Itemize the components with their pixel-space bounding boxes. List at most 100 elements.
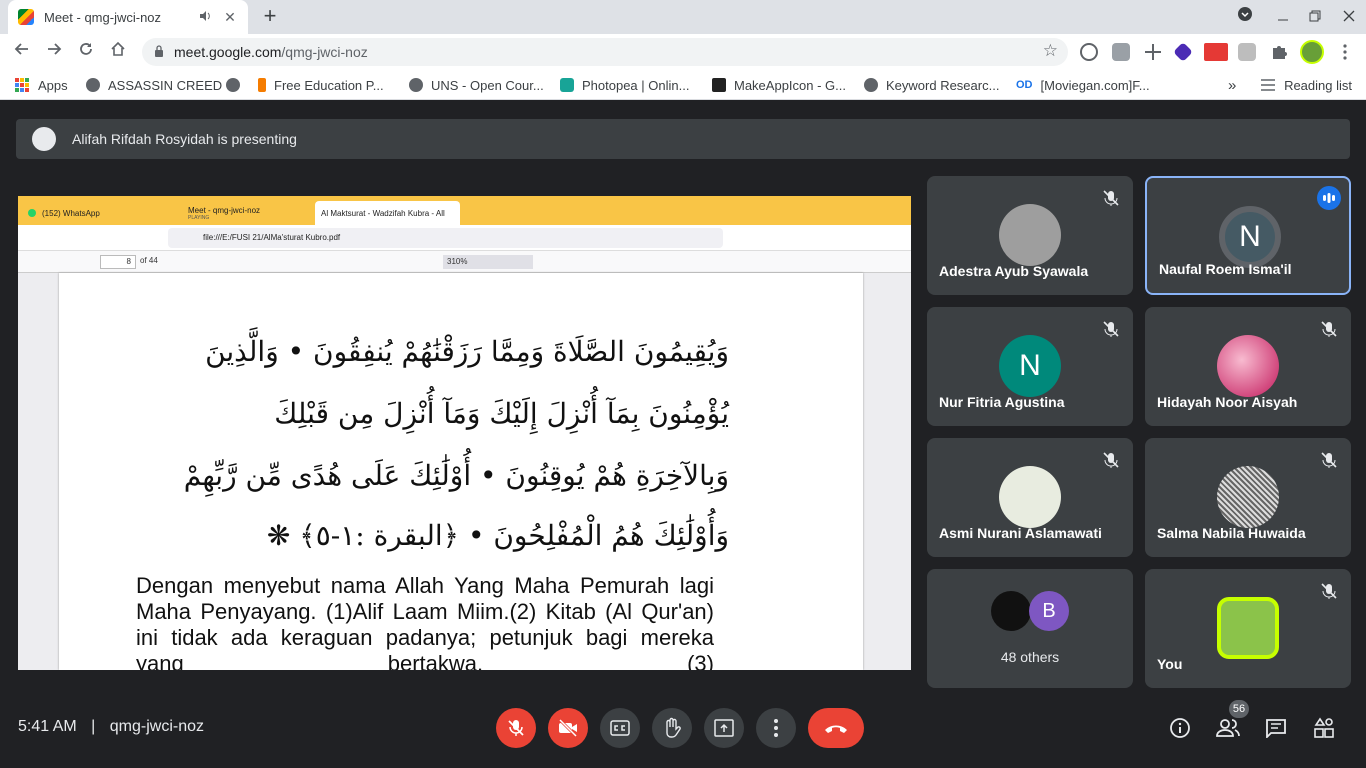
restore-icon[interactable] <box>1298 0 1332 34</box>
globe-icon <box>409 78 423 92</box>
participant-tile[interactable]: N Nur Fitria Agustina <box>927 307 1133 426</box>
participant-tile[interactable]: Salma Nabila Huwaida <box>1145 438 1351 557</box>
arabic-line: وَبِالآخِرَةِ هُمْ يُوقِنُونَ • أُوْلَٰئ… <box>183 459 729 492</box>
other-avatar <box>991 591 1031 631</box>
mic-off-icon <box>1321 452 1337 468</box>
present-icon <box>714 719 734 737</box>
new-tab-button[interactable]: + <box>258 5 282 29</box>
captions-icon <box>610 720 630 736</box>
pdf-page-input: 8 <box>100 255 136 269</box>
mic-off-icon <box>1103 321 1119 337</box>
participant-name: Nur Fitria Agustina <box>939 394 1065 410</box>
activities-button[interactable] <box>1312 716 1336 740</box>
meeting-info: 5:41 AM | qmg-jwci-noz <box>18 718 204 736</box>
shared-tab-pdf: Al Maktsurat - Wadzifah Kubra - All <box>315 201 460 225</box>
url-host: meet.google.com <box>174 44 282 60</box>
globe-icon <box>864 78 878 92</box>
more-options-button[interactable] <box>756 708 796 748</box>
bookmark-free-education[interactable]: Free Education P... <box>258 70 384 100</box>
bookmark-assassin-creed[interactable]: ASSASSIN CREED <box>86 70 222 100</box>
whatsapp-icon <box>28 209 36 217</box>
extensions-puzzle-icon[interactable] <box>1270 43 1288 61</box>
participant-tile[interactable]: Adestra Ayub Syawala <box>927 176 1133 295</box>
meeting-details-button[interactable] <box>1168 716 1192 740</box>
participant-tile[interactable]: N Naufal Roem Isma'il <box>1145 176 1351 295</box>
presenting-text: Alifah Rifdah Rosyidah is presenting <box>72 131 297 147</box>
reading-list-button[interactable]: Reading list <box>1260 70 1352 100</box>
speaking-indicator-icon <box>1317 186 1341 210</box>
extension-icon-4[interactable] <box>1173 42 1193 62</box>
more-bookmarks-button[interactable]: » <box>1228 70 1236 100</box>
mic-toggle-button[interactable] <box>496 708 536 748</box>
separator: | <box>91 718 96 735</box>
camera-toggle-button[interactable] <box>548 708 588 748</box>
bookmark-label: Free Education P... <box>274 77 384 93</box>
people-button[interactable] <box>1216 716 1240 740</box>
lock-icon[interactable] <box>154 45 164 57</box>
tab-close-icon[interactable]: ✕ <box>222 9 238 25</box>
bookmark-moviegan[interactable]: OD [Moviegan.com]F... <box>1016 70 1150 100</box>
chat-button[interactable] <box>1264 716 1288 740</box>
menu-kebab-icon[interactable] <box>1336 43 1354 61</box>
participant-avatar: N <box>999 335 1061 397</box>
mic-off-icon <box>1321 583 1337 599</box>
bookmark-apps[interactable]: Apps <box>14 70 68 100</box>
browser-tab-meet[interactable]: Meet - qmg-jwci-noz ✕ <box>8 0 248 34</box>
bookmark-label: Apps <box>38 77 68 93</box>
move-extension-icon[interactable] <box>1144 43 1162 61</box>
tab-search-icon[interactable] <box>1228 0 1262 34</box>
profile-avatar-icon[interactable] <box>1300 40 1324 64</box>
pdf-page: وَيُقِيمُونَ الصَّلَاةَ وَمِمَّا رَزَقْن… <box>59 273 863 670</box>
info-icon <box>1170 718 1190 738</box>
captions-button[interactable] <box>600 708 640 748</box>
globe-icon <box>226 78 240 92</box>
self-tile[interactable]: You <box>1145 569 1351 688</box>
translation-text: Dengan menyebut nama Allah Yang Maha Pem… <box>136 573 714 670</box>
mic-off-icon <box>1321 321 1337 337</box>
bookmark-uns[interactable]: UNS - Open Cour... <box>409 70 544 100</box>
extension-icon-6[interactable] <box>1238 43 1256 61</box>
raise-hand-button[interactable] <box>652 708 692 748</box>
reading-list-icon <box>1261 79 1276 91</box>
speaker-icon[interactable] <box>198 9 214 25</box>
bookmark-keyword-research[interactable]: Keyword Researc... <box>864 70 999 100</box>
meeting-code: qmg-jwci-noz <box>109 718 205 735</box>
bookmark-globe[interactable] <box>226 70 248 100</box>
apps-grid-icon <box>15 78 29 92</box>
participant-tile[interactable]: Hidayah Noor Aisyah <box>1145 307 1351 426</box>
od-icon: OD <box>1016 79 1033 91</box>
reload-icon[interactable] <box>74 40 98 64</box>
leave-call-button[interactable] <box>808 708 864 748</box>
present-now-button[interactable] <box>704 708 744 748</box>
arabic-line: وَأُوْلَٰئِكَ هُمُ الْمُفْلِحُونَ • ﴿الب… <box>266 519 729 552</box>
participant-name: Salma Nabila Huwaida <box>1157 525 1306 541</box>
minimize-icon[interactable] <box>1266 0 1300 34</box>
mic-off-icon <box>508 720 524 736</box>
bookmark-star-icon[interactable]: ☆ <box>1043 41 1058 61</box>
extension-icon-1[interactable] <box>1080 43 1098 61</box>
call-controls-bar: 5:41 AM | qmg-jwci-noz 56 <box>0 688 1366 768</box>
arabic-line: يُؤْمِنُونَ بِمَآ أُنْزِلَ إِلَيْكَ وَمَ… <box>274 397 729 430</box>
call-end-icon <box>825 725 847 733</box>
pdf-toolbar: 8 of 44 310% <box>18 251 911 273</box>
home-icon[interactable] <box>106 40 130 64</box>
browser-tab-strip: Meet - qmg-jwci-noz ✕ + <box>0 0 1366 34</box>
mic-off-icon <box>1103 452 1119 468</box>
bookmark-label: Keyword Researc... <box>886 77 1000 93</box>
address-bar[interactable]: meet.google.com/qmg-jwci-noz ☆ <box>142 38 1068 66</box>
off-extension-icon[interactable] <box>1204 43 1228 61</box>
shared-url-bar: file:///E:/FUSI 21/AlMa'sturat Kubro.pdf <box>168 228 723 248</box>
activities-icon <box>1314 717 1334 738</box>
extension-icon-2[interactable] <box>1112 43 1130 61</box>
pdf-viewer: وَيُقِيمُونَ الصَّلَاةَ وَمِمَّا رَزَقْن… <box>18 273 911 670</box>
close-window-icon[interactable] <box>1332 0 1366 34</box>
browser-toolbar: meet.google.com/qmg-jwci-noz ☆ <box>0 34 1366 70</box>
forward-icon[interactable] <box>42 40 66 64</box>
bookmark-photopea[interactable]: Photopea | Onlin... <box>560 70 689 100</box>
participant-tile[interactable]: Asmi Nurani Aslamawati <box>927 438 1133 557</box>
bookmark-label: ASSASSIN CREED <box>108 77 223 93</box>
others-tile[interactable]: B 48 others <box>927 569 1133 688</box>
bookmark-label: MakeAppIcon - G... <box>734 77 846 93</box>
back-icon[interactable] <box>10 40 34 64</box>
bookmark-makeappicon[interactable]: MakeAppIcon - G... <box>712 70 846 100</box>
